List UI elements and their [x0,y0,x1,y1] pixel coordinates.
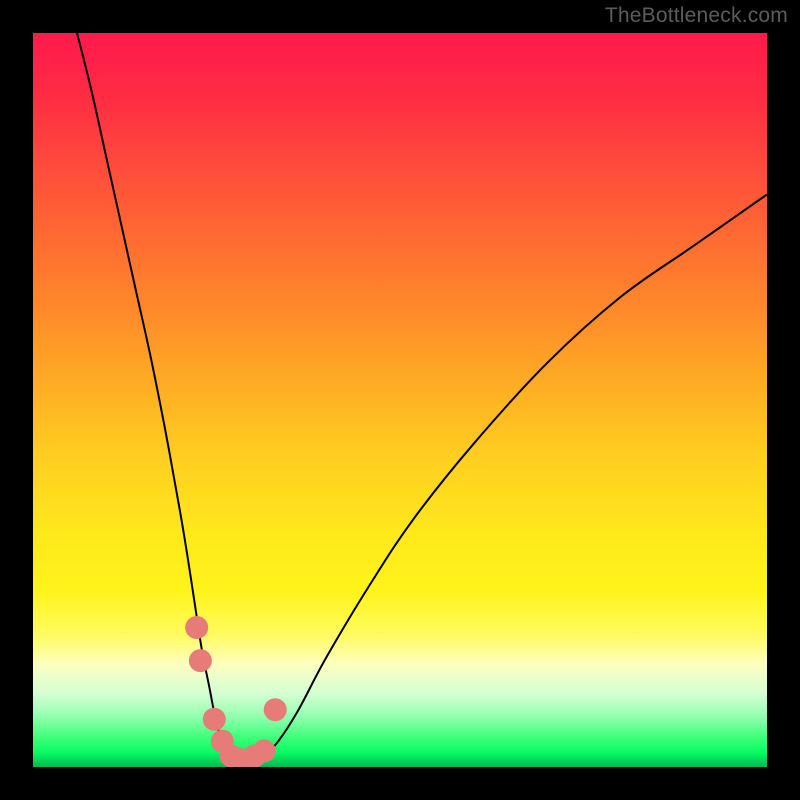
data-point-marker [189,649,212,672]
data-point-marker [264,698,287,721]
plot-area [33,33,767,767]
data-point-marker [253,739,276,762]
watermark-label: TheBottleneck.com [605,4,788,28]
outer-frame: TheBottleneck.com [0,0,800,800]
data-point-marker [203,708,226,731]
bottleneck-curve [33,33,767,767]
data-point-marker [185,616,208,639]
